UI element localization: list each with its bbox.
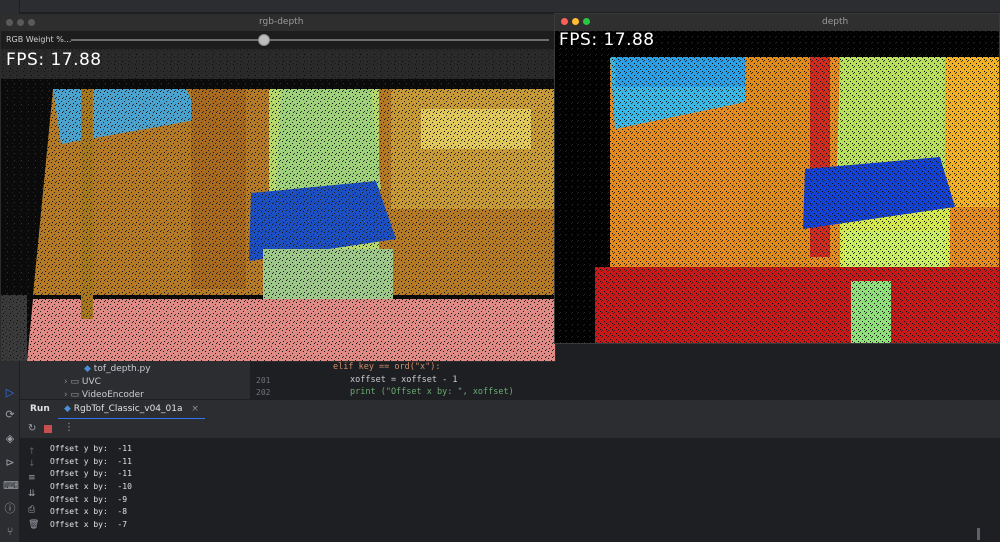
console-line: Offset x by: -10 xyxy=(50,482,132,491)
folder-icon: ▭ xyxy=(70,390,79,399)
fps-counter: FPS: 17.88 xyxy=(6,50,102,70)
depth-colormap-image xyxy=(555,31,999,343)
console-line: Offset y by: -11 xyxy=(50,444,132,453)
run-icon[interactable]: ▷ xyxy=(3,386,17,400)
window-titlebar[interactable]: depth xyxy=(555,14,999,31)
console-line: Offset x by: -8 xyxy=(50,507,128,516)
console-line: Offset y by: -11 xyxy=(50,469,132,478)
python-file-icon: ◆ xyxy=(64,404,71,414)
depth-window[interactable]: depth FPS: 17.88 xyxy=(554,13,1000,344)
minimize-icon[interactable] xyxy=(572,18,579,25)
minimize-icon[interactable] xyxy=(17,19,24,26)
more-options-icon[interactable]: ⋮ xyxy=(64,422,74,433)
problems-icon[interactable]: ⓘ xyxy=(3,502,17,516)
console-line: Offset y by: -11 xyxy=(50,457,132,466)
scroll-to-end-icon[interactable]: ⇊ xyxy=(28,489,36,499)
trackbar-row: RGB Weight %... xyxy=(1,31,555,49)
run-toolbar: ↻ ⋮ xyxy=(20,419,1000,439)
slider-thumb[interactable] xyxy=(258,34,270,46)
tree-item-label: VideoEncoder xyxy=(81,390,144,399)
window-title: rgb-depth xyxy=(259,17,304,27)
layers-icon[interactable]: ◈ xyxy=(3,432,17,446)
run-panel-header: Run ◆ RgbTof_Classic_v04_01a × xyxy=(20,399,1000,420)
ide-top-strip xyxy=(0,0,1000,12)
play-circle-icon[interactable]: ⊳ xyxy=(3,456,17,470)
console-line: Offset x by: -7 xyxy=(50,520,128,529)
tree-item-label: UVC xyxy=(81,377,101,387)
close-icon[interactable] xyxy=(561,18,568,25)
blended-depth-image xyxy=(1,49,555,361)
soft-wrap-icon[interactable]: ≡ xyxy=(28,473,36,483)
arrow-down-icon[interactable]: ↓ xyxy=(28,459,36,469)
git-icon[interactable]: ⑂ xyxy=(3,525,17,539)
close-icon[interactable] xyxy=(6,19,13,26)
tree-item-videoencoder[interactable]: › ▭ VideoEncoder xyxy=(64,390,144,399)
arrow-up-icon[interactable]: ↑ xyxy=(28,447,36,457)
code-line: xoffset = xoffset - 1 xyxy=(350,375,458,385)
tree-item-label: tof_depth.py xyxy=(93,364,151,374)
terminal-icon[interactable]: ⌨ xyxy=(3,479,19,493)
run-config-tab[interactable]: ◆ RgbTof_Classic_v04_01a × xyxy=(58,400,205,420)
folder-icon: ▭ xyxy=(70,377,79,387)
code-line: elif key == ord("x"): xyxy=(333,362,441,372)
line-number: 201 xyxy=(256,376,271,385)
print-icon[interactable]: ⎙ xyxy=(28,505,35,515)
rgb-weight-slider[interactable] xyxy=(71,39,549,41)
tree-item-tof-depth[interactable]: ◆ tof_depth.py xyxy=(84,364,151,374)
console-scrollbar[interactable] xyxy=(977,528,980,540)
chevron-right-icon: › xyxy=(64,390,68,399)
chevron-right-icon: › xyxy=(64,377,68,387)
blended-depth-view: FPS: 17.88 xyxy=(1,49,555,361)
stop-icon[interactable] xyxy=(44,425,52,433)
rerun-icon[interactable]: ↻ xyxy=(28,423,36,434)
depth-view: FPS: 17.88 xyxy=(555,31,999,343)
rgb-depth-window[interactable]: rgb-depth RGB Weight %... FPS: 17.88 xyxy=(0,14,556,362)
trash-icon[interactable]: 🗑 xyxy=(28,520,39,530)
run-panel-title: Run xyxy=(30,404,50,414)
maximize-icon[interactable] xyxy=(28,19,35,26)
console-gutter: ↑ ↓ ≡ ⇊ ⎙ 🗑 xyxy=(20,439,42,542)
rgb-weight-label: RGB Weight %... xyxy=(6,35,72,44)
tree-item-uvc[interactable]: › ▭ UVC xyxy=(64,377,101,387)
fps-counter: FPS: 17.88 xyxy=(559,31,655,50)
code-line: print ("Offset x by: ", xoffset) xyxy=(350,387,514,397)
python-file-icon: ◆ xyxy=(84,364,91,374)
run-tab-label: RgbTof_Classic_v04_01a xyxy=(73,404,183,414)
console-output[interactable] xyxy=(20,439,1000,542)
maximize-icon[interactable] xyxy=(583,18,590,25)
line-number: 202 xyxy=(256,388,271,397)
close-icon[interactable]: × xyxy=(191,404,199,414)
console-line: Offset x by: -9 xyxy=(50,495,128,504)
window-title: depth xyxy=(822,17,849,27)
window-titlebar[interactable]: rgb-depth xyxy=(1,15,555,31)
plugins-icon[interactable]: ⟳ xyxy=(3,408,17,422)
